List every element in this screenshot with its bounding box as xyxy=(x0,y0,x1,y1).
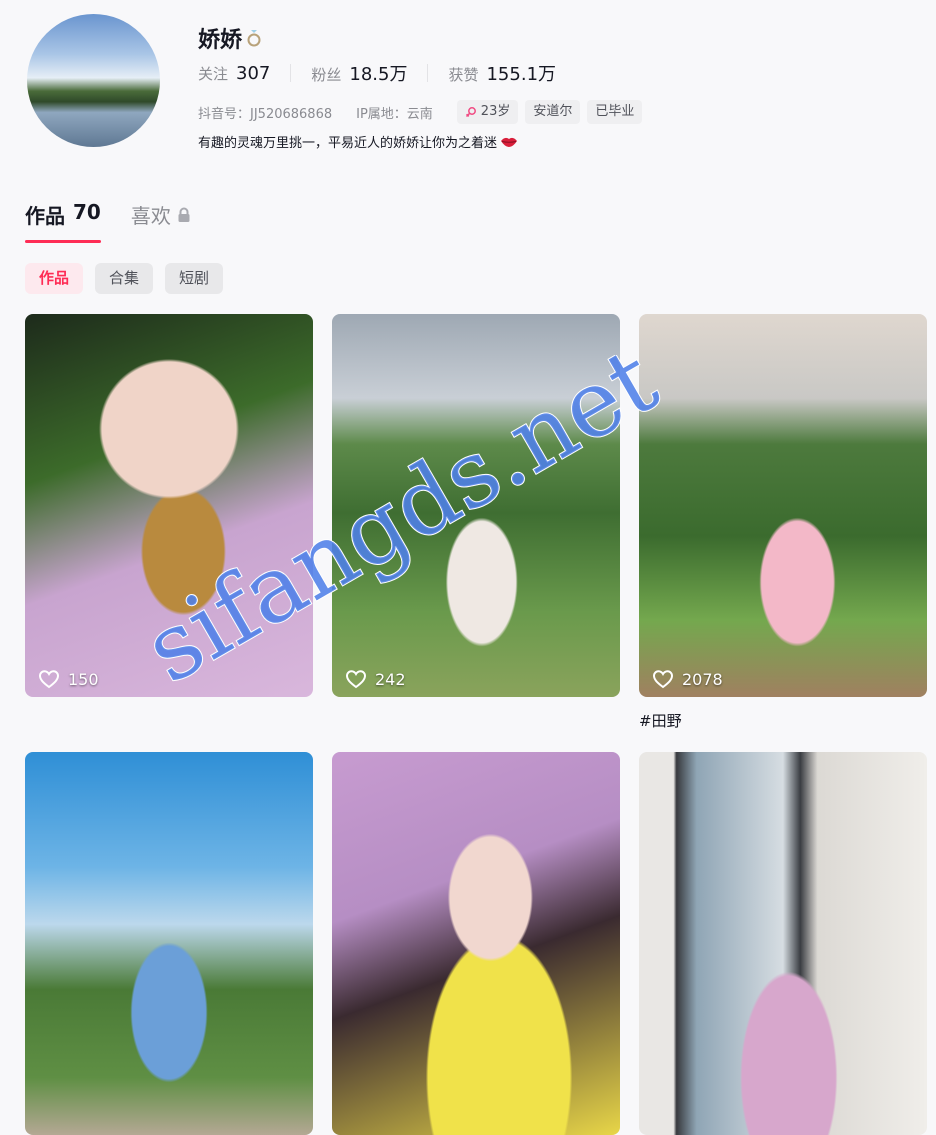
chip-works[interactable]: 作品 xyxy=(25,263,84,294)
video-hashtag[interactable]: #田野 xyxy=(639,710,682,731)
following-stat[interactable]: 关注 307 xyxy=(198,63,270,84)
education-tag: 已毕业 xyxy=(587,100,643,124)
tab-works[interactable]: 作品 70 xyxy=(25,200,101,243)
profile-stats: 关注 307 粉丝 18.5万 获赞 155.1万 xyxy=(198,60,556,86)
avatar[interactable] xyxy=(27,14,160,147)
video-card[interactable] xyxy=(639,752,927,1135)
video-card[interactable]: 242 xyxy=(332,314,620,697)
divider xyxy=(427,64,429,82)
profile-name: 娇娇 xyxy=(198,28,243,53)
female-icon xyxy=(465,107,476,118)
chip-collections[interactable]: 合集 xyxy=(95,263,154,294)
like-count: 242 xyxy=(345,669,406,689)
video-card[interactable]: 2078 xyxy=(639,314,927,697)
lock-icon xyxy=(178,207,190,222)
filter-chips: 作品 合集 短剧 xyxy=(25,263,224,294)
ip-location: IP属地：云南 xyxy=(356,106,433,122)
heart-icon xyxy=(38,670,60,689)
followers-stat[interactable]: 粉丝 18.5万 xyxy=(311,60,407,86)
likes-stat: 获赞 155.1万 xyxy=(448,64,557,85)
chip-short-dramas[interactable]: 短剧 xyxy=(165,263,224,294)
heart-icon xyxy=(345,670,367,689)
ring-icon xyxy=(247,30,261,47)
video-card[interactable]: 150 xyxy=(25,314,313,697)
like-count: 150 xyxy=(38,669,99,689)
video-card[interactable] xyxy=(25,752,313,1135)
like-count: 2078 xyxy=(652,669,723,689)
profile-tabs: 作品 70 喜欢 xyxy=(25,200,191,243)
tab-likes[interactable]: 喜欢 xyxy=(131,200,191,243)
profile-meta: 抖音号：JJ520686868 IP属地：云南 23岁 安道尔 已毕业 xyxy=(198,100,649,124)
divider xyxy=(290,64,292,82)
lips-icon xyxy=(501,137,518,147)
profile-name-row: 娇娇 xyxy=(198,22,262,54)
video-card[interactable] xyxy=(332,752,620,1135)
location-tag: 安道尔 xyxy=(525,100,581,124)
age-tag: 23岁 xyxy=(456,100,519,124)
douyin-id: 抖音号：JJ520686868 xyxy=(198,106,333,122)
heart-icon xyxy=(652,670,674,689)
profile-bio: 有趣的灵魂万里挑一，平易近人的娇娇让你为之着迷 xyxy=(198,132,518,151)
